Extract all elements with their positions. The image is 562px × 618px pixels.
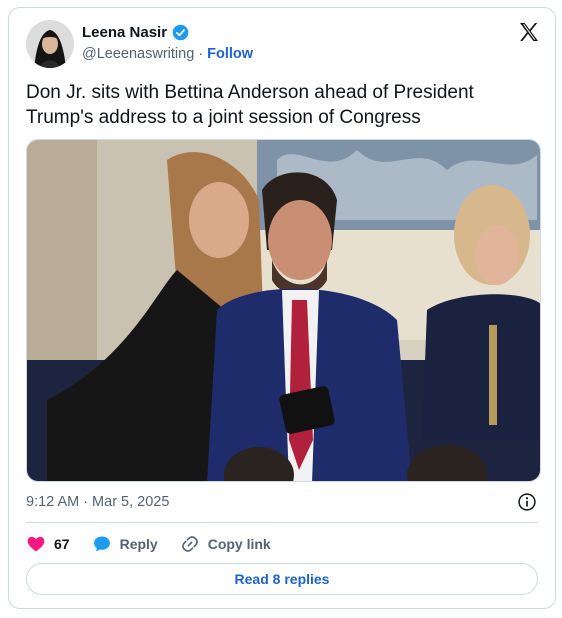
copy-link-button[interactable]: Copy link	[180, 534, 271, 554]
x-logo-icon[interactable]	[517, 20, 541, 44]
verified-badge-icon	[172, 24, 189, 41]
follow-button[interactable]: Follow	[207, 46, 253, 62]
timestamp-separator: ·	[83, 494, 89, 510]
author-handle-row: @Leeenaswriting · Follow	[82, 46, 253, 62]
link-icon	[181, 536, 198, 552]
divider	[26, 522, 538, 523]
handle-separator: ·	[198, 46, 204, 62]
tweet-text: Don Jr. sits with Bettina Anderson ahead…	[26, 82, 474, 128]
tweet-time: 9:12 AM	[26, 494, 80, 510]
author-name[interactable]: Leena Nasir	[82, 24, 167, 41]
heart-icon	[27, 536, 45, 552]
info-icon[interactable]	[517, 492, 537, 512]
action-bar: 67 Reply Copy link	[26, 532, 293, 556]
like-count: 67	[54, 536, 70, 552]
copy-link-label: Copy link	[207, 536, 271, 552]
tweet-photo[interactable]	[26, 139, 541, 482]
reply-bubble-icon	[93, 536, 110, 552]
avatar[interactable]	[26, 20, 74, 68]
tweet-card: Leena Nasir @Leeenaswriting · Follow Don…	[8, 7, 556, 609]
tweet-date: Mar 5, 2025	[92, 494, 170, 510]
read-replies-button[interactable]: Read 8 replies	[26, 563, 538, 595]
author-handle[interactable]: @Leeenaswriting	[82, 46, 194, 62]
like-button[interactable]: 67	[26, 534, 70, 554]
tweet-timestamp[interactable]: 9:12 AM · Mar 5, 2025	[26, 494, 169, 510]
author-name-row: Leena Nasir	[82, 24, 189, 41]
reply-label: Reply	[119, 536, 158, 552]
reply-button[interactable]: Reply	[92, 534, 158, 554]
